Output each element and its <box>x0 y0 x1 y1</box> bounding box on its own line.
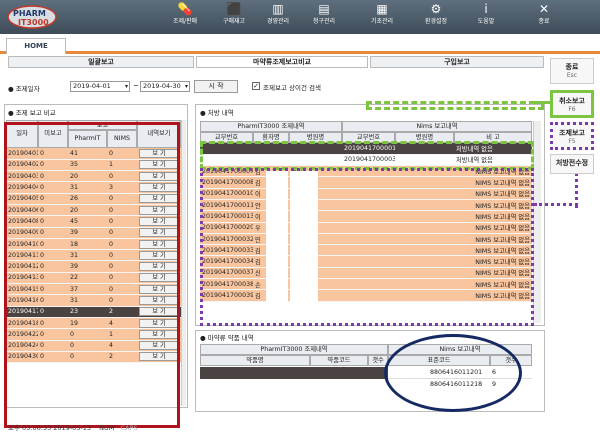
status-caps: CAPS <box>120 424 138 432</box>
dispense-report-key: F5 <box>568 138 576 145</box>
toolbar-pill-button[interactable]: 💊 조제/판매 <box>165 2 205 32</box>
toolbar-label: 경영관리 <box>266 18 290 25</box>
tab-home[interactable]: HOME <box>6 38 66 54</box>
rx-table-header: PharmIT3000 조제내역 Nims 보고내역 교부번호 환자명 병원명 … <box>200 121 532 143</box>
date-label: ● 조제일자 <box>8 85 40 93</box>
gear-icon: ⚙ <box>430 2 442 16</box>
toolbar-box-button[interactable]: ⬛ 구매재고 <box>214 2 254 32</box>
toolbar-label: 종료 <box>538 18 550 25</box>
clipboard-icon: ▦ <box>376 2 388 16</box>
chevron-down-icon: ▾ <box>124 83 128 90</box>
toolbar-claim-button[interactable]: ▤ 청구관리 <box>304 2 344 32</box>
toolbar-label: 구매재고 <box>222 18 246 25</box>
toolbar-close-button[interactable]: ✕ 종료 <box>524 2 564 32</box>
green-dashed-box <box>200 141 534 170</box>
pharm-logo: PHARM IT3000 <box>6 3 68 31</box>
subtab-bar: 일괄보고 마약류조제보고비교 구입보고 <box>8 56 544 68</box>
drug-col-code: 약품코드 <box>310 355 368 366</box>
status-datetime: 오후 03:06:53 2019-05-13 <box>8 424 92 432</box>
rx-group-pharmit: PharmIT3000 조제내역 <box>200 121 342 132</box>
date-separator: ~ <box>133 82 139 90</box>
left-scrollbar[interactable] <box>181 120 186 406</box>
date-label-text: 조제일자 <box>15 85 40 93</box>
info-icon: i <box>484 2 488 16</box>
tab-row: HOME <box>0 34 600 54</box>
toolbar-info-button[interactable]: i 도움말 <box>466 2 506 32</box>
navy-highlight-ellipse <box>384 334 522 412</box>
drug-group-pharmit: PharmIT3000 조제내역 <box>200 344 388 355</box>
toolbar: PHARM IT3000 💊 조제/판매 ⬛ 구매재고 ▥ 경영관리 ▤ 청구관리 ▦ 기초관리 ⚙… <box>0 0 600 34</box>
toolbar-label: 도움말 <box>477 18 495 25</box>
dispense-report-button[interactable]: 조제보고 F5 <box>550 122 594 150</box>
drug-panel-title: ● 마약류 약품 내역 <box>200 334 254 342</box>
date-from-value: 2019-04-01 <box>73 82 111 90</box>
chart-icon: ▥ <box>272 2 284 16</box>
tab-dispense-compare[interactable]: 마약류조제보고비교 <box>196 56 368 68</box>
exit-button-key: Esc <box>566 72 578 79</box>
pill-icon: 💊 <box>177 2 193 16</box>
cancel-report-button[interactable]: 취소보고 F6 <box>550 90 594 118</box>
green-dashed-line <box>366 101 544 110</box>
purple-dotted-box <box>200 168 534 326</box>
status-bar: 오후 03:06:53 2019-05-13 NUM CAPS <box>8 422 137 432</box>
toolbar-clipboard-button[interactable]: ▦ 기초관리 <box>362 2 402 32</box>
rx-scrollbar[interactable] <box>533 121 541 323</box>
chevron-down-icon: ▾ <box>184 83 188 90</box>
toolbar-gear-button[interactable]: ⚙ 환경설정 <box>416 2 456 32</box>
left-panel-title: ● 조제 보고 비교 <box>8 109 56 117</box>
toolbar-label: 기초관리 <box>370 18 394 25</box>
tab-purchase-report[interactable]: 구입보고 <box>370 56 544 68</box>
toolbar-label: 환경설정 <box>424 18 448 25</box>
cancel-report-key: F6 <box>568 106 576 113</box>
rx-group-nims: Nims 보고내역 <box>342 121 532 132</box>
drug-row-pharm[interactable] <box>200 367 388 379</box>
svg-text:IT3000: IT3000 <box>18 18 49 27</box>
left-panel-title-text: 조제 보고 비교 <box>15 109 56 117</box>
date-to-select[interactable]: 2019-04-30 ▾ <box>140 81 190 92</box>
cancel-report-label: 취소보고 <box>559 97 585 105</box>
edit-prescription-label: 처방전수정 <box>555 159 589 167</box>
toolbar-label: 청구관리 <box>312 18 336 25</box>
date-from-select[interactable]: 2019-04-01 ▾ <box>70 81 130 92</box>
rx-panel-title-text: 처방 내역 <box>207 109 234 117</box>
tab-batch-report[interactable]: 일괄보고 <box>8 56 194 68</box>
toolbar-chart-button[interactable]: ▥ 경영관리 <box>258 2 298 32</box>
status-num: NUM <box>99 424 115 432</box>
close-icon: ✕ <box>538 2 550 16</box>
drug-panel-title-text: 마약류 약품 내역 <box>207 334 254 342</box>
toolbar-label: 조제/판매 <box>172 18 198 25</box>
start-button[interactable]: 시 작 <box>194 80 238 93</box>
claim-icon: ▤ <box>318 2 330 16</box>
drug-col-name: 약품명 <box>200 355 310 366</box>
mismatch-checkbox-label: 조제보고 상이건 검색 <box>263 84 321 92</box>
svg-text:PHARM: PHARM <box>13 9 46 18</box>
mismatch-checkbox[interactable]: ✓ <box>252 82 260 90</box>
app-window: { "app":{"logo":"PHARM IT3000"}, "toolba… <box>0 0 600 434</box>
rx-panel-title: ● 처방 내역 <box>200 109 234 117</box>
exit-button[interactable]: 종료 Esc <box>550 58 594 84</box>
date-to-value: 2019-04-30 <box>143 82 181 90</box>
green-connector <box>534 101 550 106</box>
dispense-report-label: 조제보고 <box>559 129 585 137</box>
red-highlight-box <box>4 122 180 428</box>
box-icon: ⬛ <box>226 2 242 16</box>
edit-prescription-button[interactable]: 처방전수정 <box>550 154 594 174</box>
exit-button-label: 종료 <box>565 63 579 71</box>
